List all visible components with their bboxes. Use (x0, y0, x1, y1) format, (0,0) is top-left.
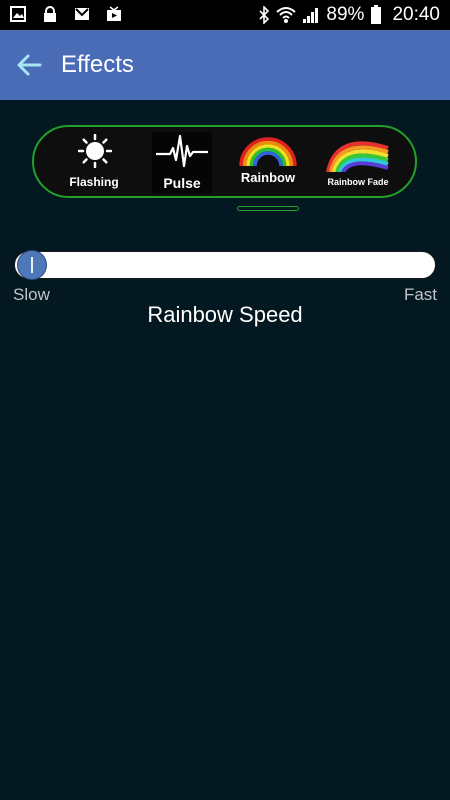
effect-label: Rainbow Fade (327, 177, 389, 187)
sun-icon (78, 134, 112, 168)
app-bar: Effects (0, 30, 450, 100)
gmail-icon (75, 8, 89, 20)
rainbow-icon (239, 137, 297, 167)
pulse-icon (156, 134, 208, 168)
bluetooth-icon (259, 6, 270, 24)
effect-label: Pulse (163, 175, 201, 191)
status-bar: 89% 20:40 (0, 0, 450, 30)
effect-label: Flashing (69, 175, 119, 189)
effect-label: Rainbow (240, 170, 296, 185)
speed-slider-thumb[interactable] (17, 250, 47, 280)
effect-pulse-button[interactable]: Pulse (152, 132, 212, 194)
effects-selector: Flashing Pulse Rainbow Rainbow Fade (32, 125, 417, 198)
lock-icon (44, 6, 56, 22)
clock: 20:40 (392, 4, 440, 25)
battery-percent: 89% (326, 4, 365, 25)
video-icon (107, 6, 121, 21)
effect-flashing-button[interactable]: Flashing (62, 132, 126, 194)
signal-icon (303, 8, 319, 23)
gallery-icon (10, 6, 26, 22)
selected-effect-indicator (237, 206, 299, 211)
wifi-icon (276, 7, 297, 23)
notification-icons (10, 6, 122, 22)
speed-slider-track[interactable] (14, 251, 436, 279)
system-icons: 89% 20:40 (258, 3, 440, 27)
page-title: Effects (61, 51, 134, 78)
effect-rainbow-button[interactable]: Rainbow (235, 132, 301, 194)
effect-rainbow-fade-button[interactable]: Rainbow Fade (322, 132, 394, 194)
arrow-left-icon[interactable] (16, 53, 42, 77)
slider-title: Rainbow Speed (147, 302, 303, 327)
rainbow-fade-icon (326, 141, 389, 172)
battery-icon (371, 5, 382, 24)
